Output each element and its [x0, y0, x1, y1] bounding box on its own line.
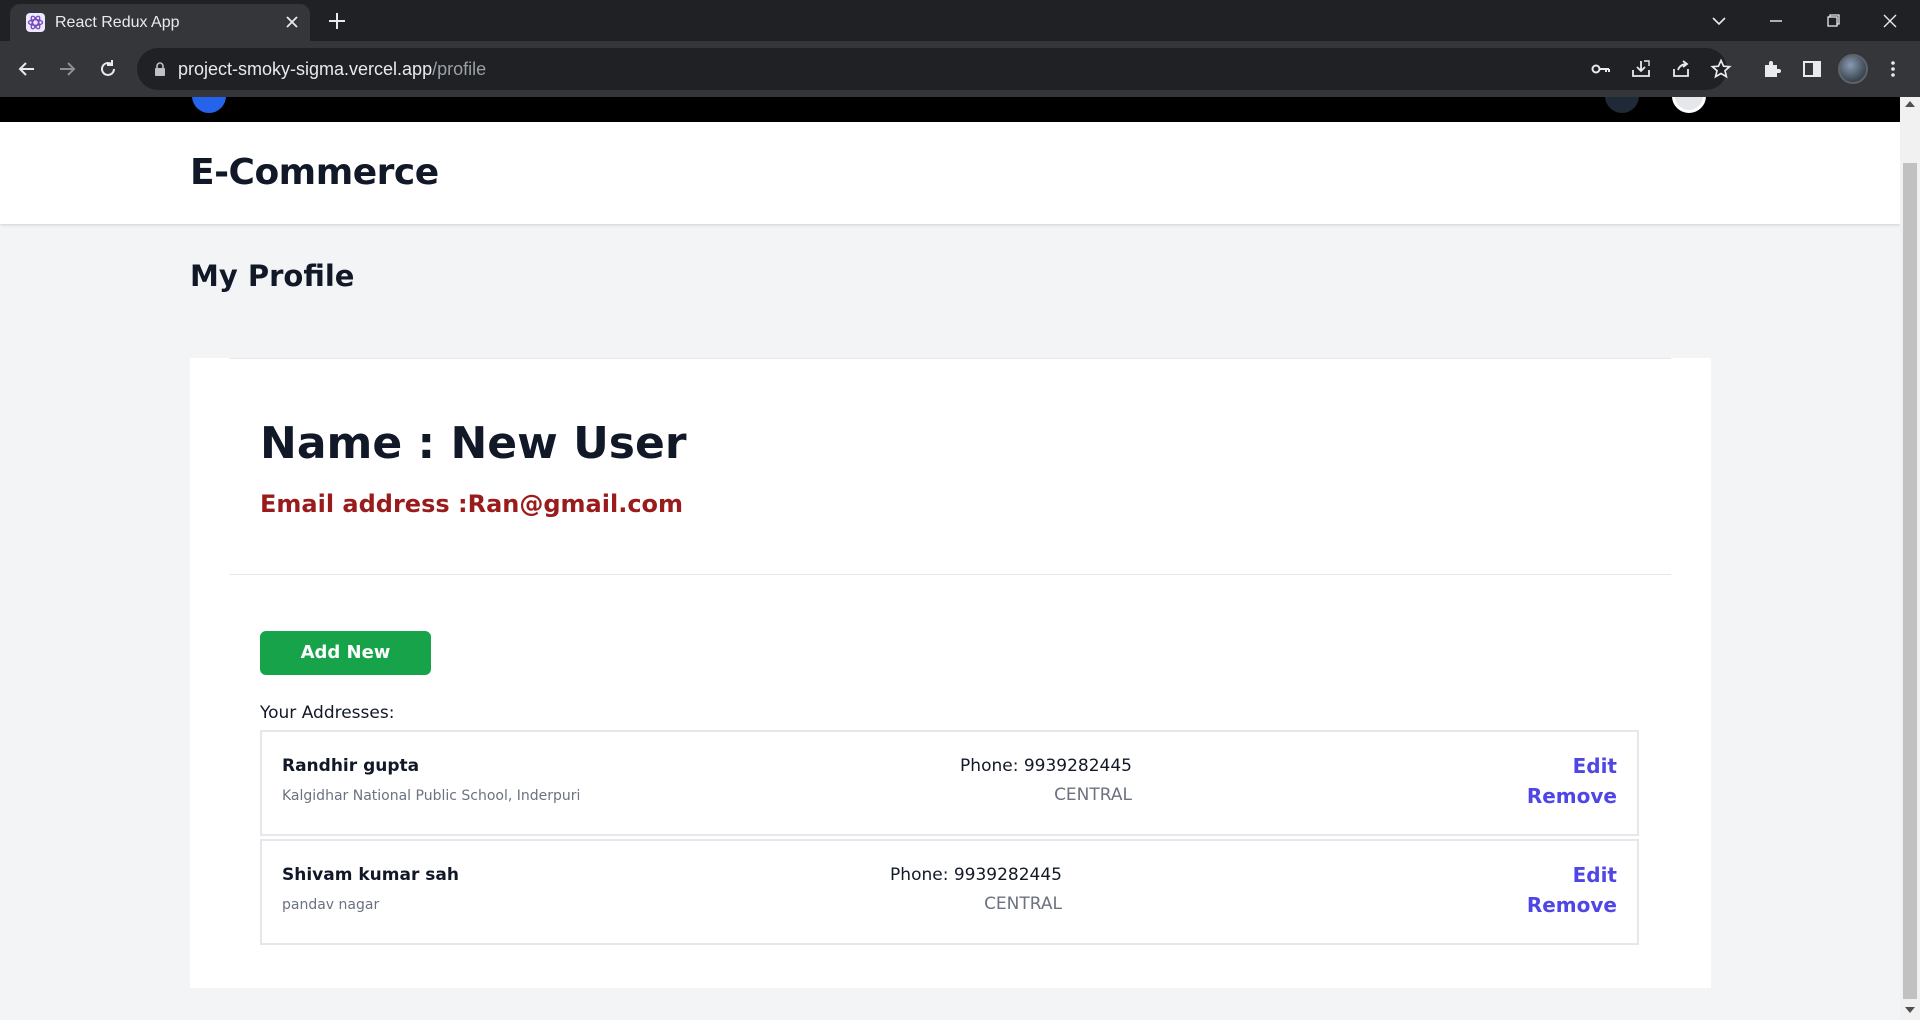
address-name: Randhir gupta: [282, 756, 420, 776]
lock-icon[interactable]: [153, 61, 167, 77]
close-window-icon[interactable]: [1877, 8, 1903, 34]
address-actions: Edit Remove: [1527, 863, 1617, 917]
remove-address-button[interactable]: Remove: [1527, 784, 1617, 808]
tab-title: React Redux App: [55, 14, 180, 31]
install-app-icon[interactable]: [1630, 58, 1652, 80]
minimize-icon[interactable]: [1763, 8, 1789, 34]
avatar[interactable]: [1838, 54, 1868, 84]
cart-icon[interactable]: [1605, 97, 1639, 113]
addresses-heading: Your Addresses:: [260, 703, 395, 723]
address-name: Shivam kumar sah: [282, 865, 459, 885]
side-panel-icon[interactable]: [1800, 57, 1824, 81]
address-actions: Edit Remove: [1527, 754, 1617, 808]
address-state: CENTRAL: [984, 894, 1062, 914]
site-brand: E-Commerce: [190, 152, 439, 193]
key-icon[interactable]: [1590, 58, 1612, 80]
address-item: Shivam kumar sah pandav nagar Phone: 993…: [260, 839, 1639, 945]
page-title: My Profile: [190, 259, 355, 293]
address-phone: Phone: 9939282445: [890, 865, 1062, 885]
address-contact: Phone: 9939282445 CENTRAL: [960, 756, 1132, 805]
share-icon[interactable]: [1670, 58, 1692, 80]
url-path: /profile: [432, 59, 487, 79]
address-state: CENTRAL: [1054, 785, 1132, 805]
react-logo-icon: [26, 13, 45, 32]
edit-address-button[interactable]: Edit: [1573, 754, 1617, 778]
edit-address-button[interactable]: Edit: [1573, 863, 1617, 887]
browser-tab[interactable]: React Redux App: [10, 4, 310, 41]
profile-card: Name : New User Email address :Ran@gmail…: [190, 358, 1711, 988]
arrow-left-icon[interactable]: [14, 56, 40, 82]
plus-icon[interactable]: [326, 10, 348, 32]
tab-search-icon[interactable]: [1706, 8, 1732, 34]
address-phone: Phone: 9939282445: [960, 756, 1132, 776]
address-contact: Phone: 9939282445 CENTRAL: [890, 865, 1062, 914]
address-item: Randhir gupta Kalgidhar National Public …: [260, 730, 1639, 836]
arrow-right-icon[interactable]: [54, 56, 80, 82]
user-avatar-icon[interactable]: [1672, 97, 1706, 113]
reload-icon[interactable]: [95, 56, 121, 82]
address-bar[interactable]: project-smoky-sigma.vercel.app/profile: [137, 48, 1732, 90]
section-divider: [230, 574, 1671, 575]
kebab-menu-icon[interactable]: [1881, 57, 1905, 81]
scroll-down-arrow-icon[interactable]: [1905, 1007, 1915, 1013]
close-icon[interactable]: [284, 14, 300, 30]
page-viewport: E-Commerce My Profile Name : New User Em…: [0, 97, 1900, 1020]
scrollbar-thumb[interactable]: [1903, 163, 1917, 999]
address-street: Kalgidhar National Public School, Inderp…: [282, 788, 581, 804]
puzzle-icon[interactable]: [1760, 57, 1784, 81]
site-logo-icon[interactable]: [192, 97, 226, 113]
add-new-address-button[interactable]: Add New Address: [260, 631, 431, 707]
restore-icon[interactable]: [1820, 8, 1846, 34]
url-text[interactable]: project-smoky-sigma.vercel.app/profile: [178, 59, 486, 80]
site-top-nav: [0, 97, 1900, 122]
browser-toolbar: project-smoky-sigma.vercel.app/profile: [0, 41, 1920, 97]
url-host: project-smoky-sigma.vercel.app: [178, 59, 433, 79]
star-icon[interactable]: [1710, 58, 1732, 80]
remove-address-button[interactable]: Remove: [1527, 893, 1617, 917]
address-street: pandav nagar: [282, 897, 380, 913]
profile-name: Name : New User: [260, 418, 687, 469]
profile-email: Email address :Ran@gmail.com: [260, 490, 684, 518]
scroll-up-arrow-icon[interactable]: [1905, 101, 1915, 107]
site-header: E-Commerce: [0, 122, 1900, 224]
page-scrollbar[interactable]: [1900, 97, 1920, 1020]
browser-tabstrip: React Redux App: [0, 0, 1920, 41]
address-list: Randhir gupta Kalgidhar National Public …: [260, 730, 1639, 948]
card-top-divider: [230, 358, 1671, 359]
